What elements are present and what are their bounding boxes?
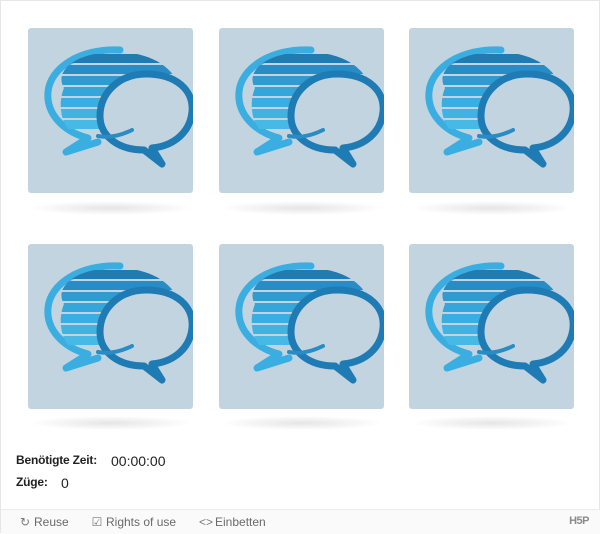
card-shadow <box>222 416 382 430</box>
code-icon: <> <box>199 515 214 529</box>
speech-bubbles-icon <box>409 28 574 193</box>
card-shadow <box>412 416 572 430</box>
speech-bubbles-icon <box>28 244 193 409</box>
rights-label: Rights of use <box>106 515 177 529</box>
speech-bubbles-icon <box>219 28 384 193</box>
memory-card[interactable] <box>219 28 384 193</box>
card-grid <box>1 1 600 441</box>
card-shadow <box>222 201 382 215</box>
embed-button[interactable]: <> Einbetten <box>199 514 266 530</box>
moves-stat: Züge: 0 <box>16 475 69 491</box>
time-stat: Benötigte Zeit: 00:00:00 <box>16 453 166 469</box>
memory-card[interactable] <box>409 28 574 193</box>
speech-bubbles-icon <box>28 28 193 193</box>
h5p-logo[interactable]: H5P <box>569 515 589 527</box>
memory-card[interactable] <box>409 244 574 409</box>
reuse-icon: ↻ <box>19 515 31 529</box>
time-value: 00:00:00 <box>111 453 166 469</box>
card-shadow <box>31 416 191 430</box>
speech-bubbles-icon <box>409 244 574 409</box>
card-shadow <box>412 201 572 215</box>
embed-label: Einbetten <box>215 515 266 529</box>
moves-label: Züge: <box>16 475 48 489</box>
reuse-label: Reuse <box>34 515 69 529</box>
memory-card[interactable] <box>219 244 384 409</box>
h5p-footer: ↻ Reuse ☑ Rights of use <> Einbetten H5P <box>1 509 600 534</box>
time-label: Benötigte Zeit: <box>16 453 97 467</box>
reuse-button[interactable]: ↻ Reuse <box>18 514 69 530</box>
memory-game-frame: Benötigte Zeit: 00:00:00 Züge: 0 ↻ Reuse … <box>0 0 600 534</box>
memory-card[interactable] <box>28 28 193 193</box>
card-shadow <box>31 201 191 215</box>
rights-of-use-button[interactable]: ☑ Rights of use <box>90 514 176 530</box>
handshake-icon: ☑ <box>91 515 103 529</box>
memory-card[interactable] <box>28 244 193 409</box>
moves-value: 0 <box>61 475 69 491</box>
speech-bubbles-icon <box>219 244 384 409</box>
